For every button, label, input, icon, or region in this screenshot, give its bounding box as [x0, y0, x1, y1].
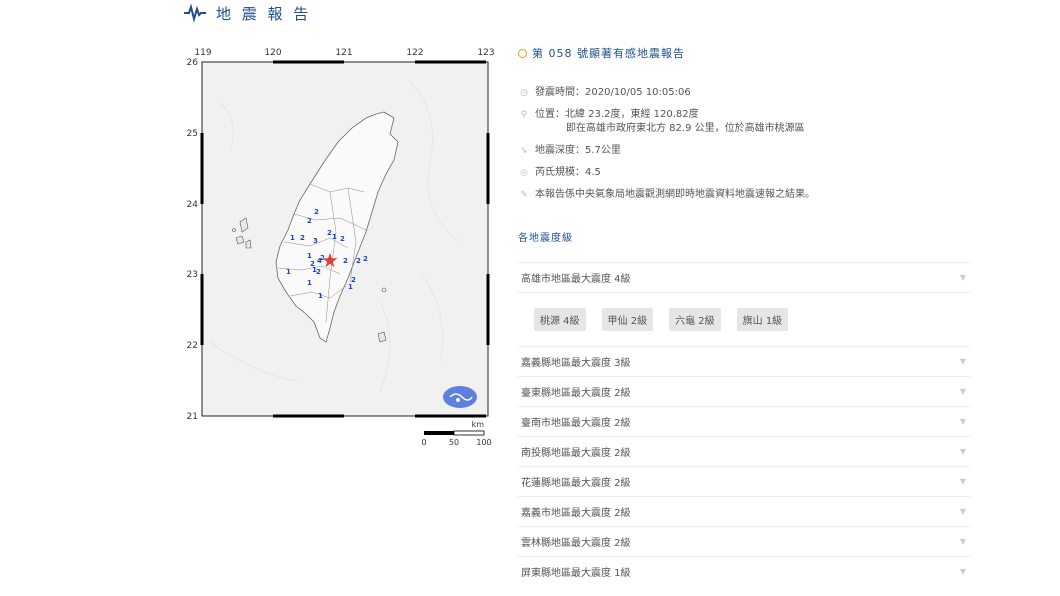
depth-icon: ➘: [520, 146, 528, 156]
fact-note: ✎ 本報告係中央氣象局地震觀測網即時地震資料地震速報之結果。: [518, 188, 970, 202]
fact-magnitude-text: 芮氏規模：4.5: [535, 167, 601, 178]
intensity-marker: 1: [318, 292, 323, 300]
region-row[interactable]: 嘉義市地區最大震度 2級 ▼: [518, 496, 970, 526]
pencil-icon: ✎: [520, 190, 528, 200]
intensity-marker: 3: [313, 237, 318, 245]
lon-tick-label: 123: [477, 48, 494, 58]
station-panel: 桃源 4級 甲仙 2級 六龜 2級 旗山 1級: [518, 292, 970, 346]
region-label: 屏東縣地區最大震度 1級: [521, 568, 631, 579]
intensity-marker: 2: [363, 255, 368, 263]
intensity-section-title: 各地震度級: [518, 233, 573, 244]
chevron-down-icon: ▼: [959, 387, 966, 396]
intensity-marker: 1: [307, 252, 312, 260]
circle-icon: [518, 48, 527, 58]
intensity-marker: 2: [351, 276, 356, 284]
lon-tick-label: 122: [406, 48, 423, 58]
magnitude-icon: ◎: [520, 168, 528, 178]
region-label: 臺南市地區最大震度 2級: [521, 418, 631, 429]
intensity-marker: 1: [332, 233, 337, 241]
chevron-down-icon: ▼: [959, 357, 966, 366]
scale-label: 100: [476, 438, 491, 447]
scale-label: 50: [449, 438, 459, 447]
location-pin-icon: ⚲: [520, 110, 528, 120]
scale-label: 0: [421, 438, 426, 447]
region-row[interactable]: 高雄市地區最大震度 4級 ▼: [518, 262, 970, 292]
fact-depth: ➘ 地震深度：5.7公里: [518, 144, 970, 158]
intensity-marker: 1: [286, 268, 291, 276]
region-row[interactable]: 花蓮縣地區最大震度 2級 ▼: [518, 466, 970, 496]
region-label: 臺東縣地區最大震度 2級: [521, 388, 631, 399]
intensity-marker: 2: [340, 235, 345, 243]
chevron-down-icon: ▼: [959, 417, 966, 426]
region-row[interactable]: 屏東縣地區最大震度 1級 ▼: [518, 556, 970, 586]
region-label: 高雄市地區最大震度 4級: [521, 274, 631, 285]
lon-tick-label: 121: [335, 48, 352, 58]
chevron-down-icon: ▼: [959, 537, 966, 546]
page-title: 地 震 報 告: [216, 4, 312, 23]
lon-tick-label: 120: [264, 48, 281, 58]
intensity-marker: 4: [317, 257, 322, 265]
region-label: 嘉義市地區最大震度 2級: [521, 508, 631, 519]
lat-tick-label: 23: [187, 270, 198, 280]
chevron-down-icon: ▼: [959, 567, 966, 576]
intensity-marker: 2: [307, 217, 312, 225]
region-row[interactable]: 臺南市地區最大震度 2級 ▼: [518, 406, 970, 436]
lon-tick-label: 119: [194, 48, 211, 58]
cwb-logo-icon: [443, 386, 477, 408]
region-intensity-list: 高雄市地區最大震度 4級 ▼ 桃源 4級 甲仙 2級 六龜 2級 旗山 1級 嘉…: [518, 262, 970, 586]
report-facts: ◷ 發震時間：2020/10/05 10:05:06 ⚲ 位置：北緯 23.2度…: [518, 86, 970, 202]
region-label: 南投縣地區最大震度 2級: [521, 448, 631, 459]
fact-location-line2: 即在高雄市政府東北方 82.9 公里，位於高雄市桃源區: [566, 123, 805, 134]
intensity-marker: 2: [356, 257, 361, 265]
fact-note-text: 本報告係中央氣象局地震觀測網即時地震資料地震速報之結果。: [535, 189, 815, 200]
chevron-down-icon: ▼: [959, 507, 966, 516]
clock-icon: ◷: [520, 88, 528, 98]
fact-time: ◷ 發震時間：2020/10/05 10:05:06: [518, 86, 970, 100]
station-tag: 旗山 1級: [736, 308, 789, 331]
fact-magnitude: ◎ 芮氏規模：4.5: [518, 166, 970, 180]
fact-depth-text: 地震深度：5.7公里: [535, 145, 621, 156]
region-label: 嘉義縣地區最大震度 3級: [521, 358, 631, 369]
intensity-marker: 1: [307, 279, 312, 287]
map-svg: 119 120 121 122 123 26 25 24 23 22 21 2 …: [187, 48, 495, 447]
scale-unit: km: [472, 420, 485, 429]
chevron-down-icon: ▼: [959, 447, 966, 456]
fact-location-line1: 位置：北緯 23.2度，東經 120.82度: [535, 109, 699, 120]
report-info: 第 058 號顯著有感地震報告 ◷ 發震時間：2020/10/05 10:05:…: [518, 44, 970, 245]
station-tag: 甲仙 2級: [601, 308, 654, 331]
station-tag: 桃源 4級: [534, 308, 586, 331]
chevron-down-icon: ▼: [959, 477, 966, 486]
seismograph-icon: [184, 4, 206, 22]
report-title: 第 058 號顯著有感地震報告: [532, 47, 685, 60]
intensity-marker: 2: [314, 208, 319, 216]
fact-time-text: 發震時間：2020/10/05 10:05:06: [535, 87, 691, 98]
intensity-marker: 1: [290, 234, 295, 242]
lat-tick-label: 22: [187, 341, 198, 351]
page-header: 地 震 報 告: [184, 2, 311, 24]
intensity-marker: 2: [300, 234, 305, 242]
lat-tick-label: 25: [187, 129, 198, 139]
region-label: 雲林縣地區最大震度 2級: [521, 538, 631, 549]
region-label: 花蓮縣地區最大震度 2級: [521, 478, 631, 489]
region-row[interactable]: 臺東縣地區最大震度 2級 ▼: [518, 376, 970, 406]
region-row[interactable]: 雲林縣地區最大震度 2級 ▼: [518, 526, 970, 556]
station-tag: 六龜 2級: [669, 308, 721, 331]
chevron-down-icon: ▼: [959, 273, 966, 282]
lat-tick-label: 24: [187, 200, 199, 210]
lat-tick-label: 21: [187, 412, 198, 422]
fact-location: ⚲ 位置：北緯 23.2度，東經 120.82度 即在高雄市政府東北方 82.9…: [518, 108, 970, 136]
intensity-marker: 2: [343, 257, 348, 265]
region-row[interactable]: 嘉義縣地區最大震度 3級 ▼: [518, 346, 970, 376]
intensity-marker: 1: [348, 283, 353, 291]
intensity-marker: 2: [316, 268, 321, 276]
report-title-row: 第 058 號顯著有感地震報告: [518, 44, 970, 62]
earthquake-map: 119 120 121 122 123 26 25 24 23 22 21 2 …: [180, 42, 500, 462]
lat-tick-label: 26: [187, 58, 199, 68]
scale-bar: km 0 50 100: [421, 420, 491, 447]
region-row[interactable]: 南投縣地區最大震度 2級 ▼: [518, 436, 970, 466]
